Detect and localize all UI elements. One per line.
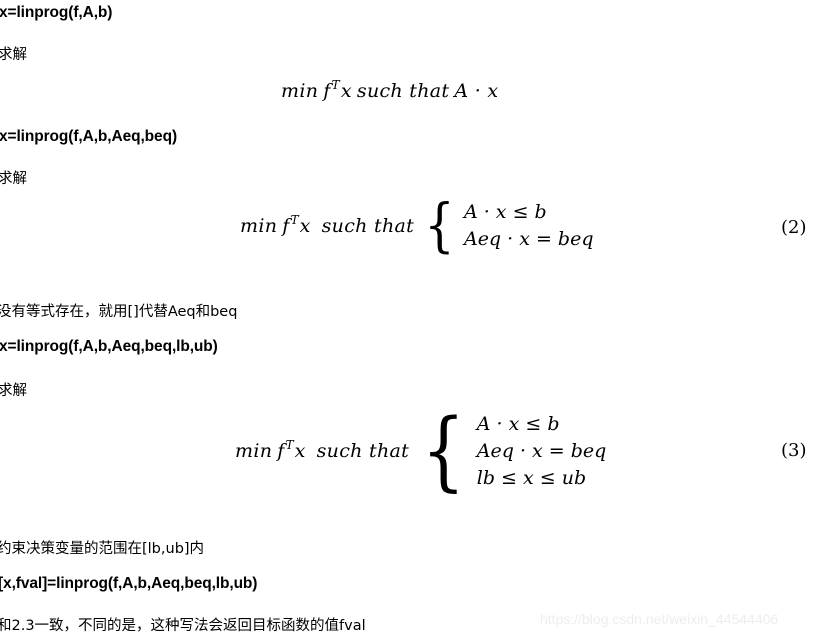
heading-linprog-f-a-b: x=linprog(f,A,b) <box>0 4 113 21</box>
label-solve-1: 求解 <box>0 47 27 63</box>
formula-2-such-that: such that <box>321 214 415 237</box>
heading-x-fval-linprog: [x,fval]=linprog(f,A,b,Aeq,beq,lb,ub) <box>0 575 258 592</box>
formula-3-x: x <box>294 440 306 463</box>
formula-3-number: (3) <box>781 440 807 461</box>
formula-1-min: min <box>281 80 319 102</box>
formula-2-constraint-1: A · x ≤ b <box>463 201 547 223</box>
formula-2-constraints: A · x ≤ b Aeq · x = beq <box>464 199 594 253</box>
formula-1-expression: A · x <box>454 80 499 102</box>
formula-3-brace: { <box>421 400 466 501</box>
formula-1-transpose: T <box>331 78 340 92</box>
formula-3-constraints: A · x ≤ b Aeq · x = beq lb ≤ x ≤ ub <box>477 411 607 492</box>
formula-3: min f T x such that { A · x ≤ b Aeq · x … <box>235 400 607 501</box>
formula-2: min f T x such that { A · x ≤ b Aeq · x … <box>240 191 594 260</box>
formula-3-constraint-3: lb ≤ x ≤ ub <box>476 466 587 489</box>
formula-2-x: x <box>299 214 311 237</box>
formula-3-min: min <box>235 440 273 463</box>
formula-3-constraint-1: A · x ≤ b <box>476 413 560 435</box>
formula-2-brace: { <box>424 191 455 260</box>
formula-1-x: x <box>340 80 352 102</box>
formula-1: min f T x such that A · x <box>281 78 499 102</box>
note-bounds-range: 约束决策变量的范围在[lb,ub]内 <box>0 541 205 557</box>
formula-3-constraint-2: Aeq · x = beq <box>476 439 607 462</box>
formula-3-transpose: T <box>285 438 294 453</box>
formula-1-f: f <box>323 80 331 102</box>
csdn-watermark: https://blog.csdn.net/weixin_44544406 <box>540 611 779 627</box>
document-page: x=linprog(f,A,b) 求解 min f T x such that … <box>0 0 819 637</box>
formula-2-min: min <box>240 214 278 237</box>
heading-linprog-full: x=linprog(f,A,b,Aeq,beq,lb,ub) <box>0 338 218 355</box>
note-returns-fval: 和2.3一致，不同的是，这种写法会返回目标函数的值fval <box>0 618 366 634</box>
formula-2-transpose: T <box>290 212 299 227</box>
heading-linprog-f-a-b-aeq-beq: x=linprog(f,A,b,Aeq,beq) <box>0 128 177 145</box>
formula-1-such-that: such that <box>356 80 450 102</box>
formula-2-constraint-2: Aeq · x = beq <box>463 227 594 250</box>
formula-2-number: (2) <box>781 217 807 238</box>
formula-3-f: f <box>277 440 285 463</box>
label-solve-2: 求解 <box>0 171 27 187</box>
note-no-equality: 没有等式存在，就用[]代替Aeq和beq <box>0 304 238 320</box>
label-solve-3: 求解 <box>0 383 27 399</box>
formula-2-f: f <box>282 214 290 237</box>
formula-3-such-that: such that <box>316 440 410 463</box>
